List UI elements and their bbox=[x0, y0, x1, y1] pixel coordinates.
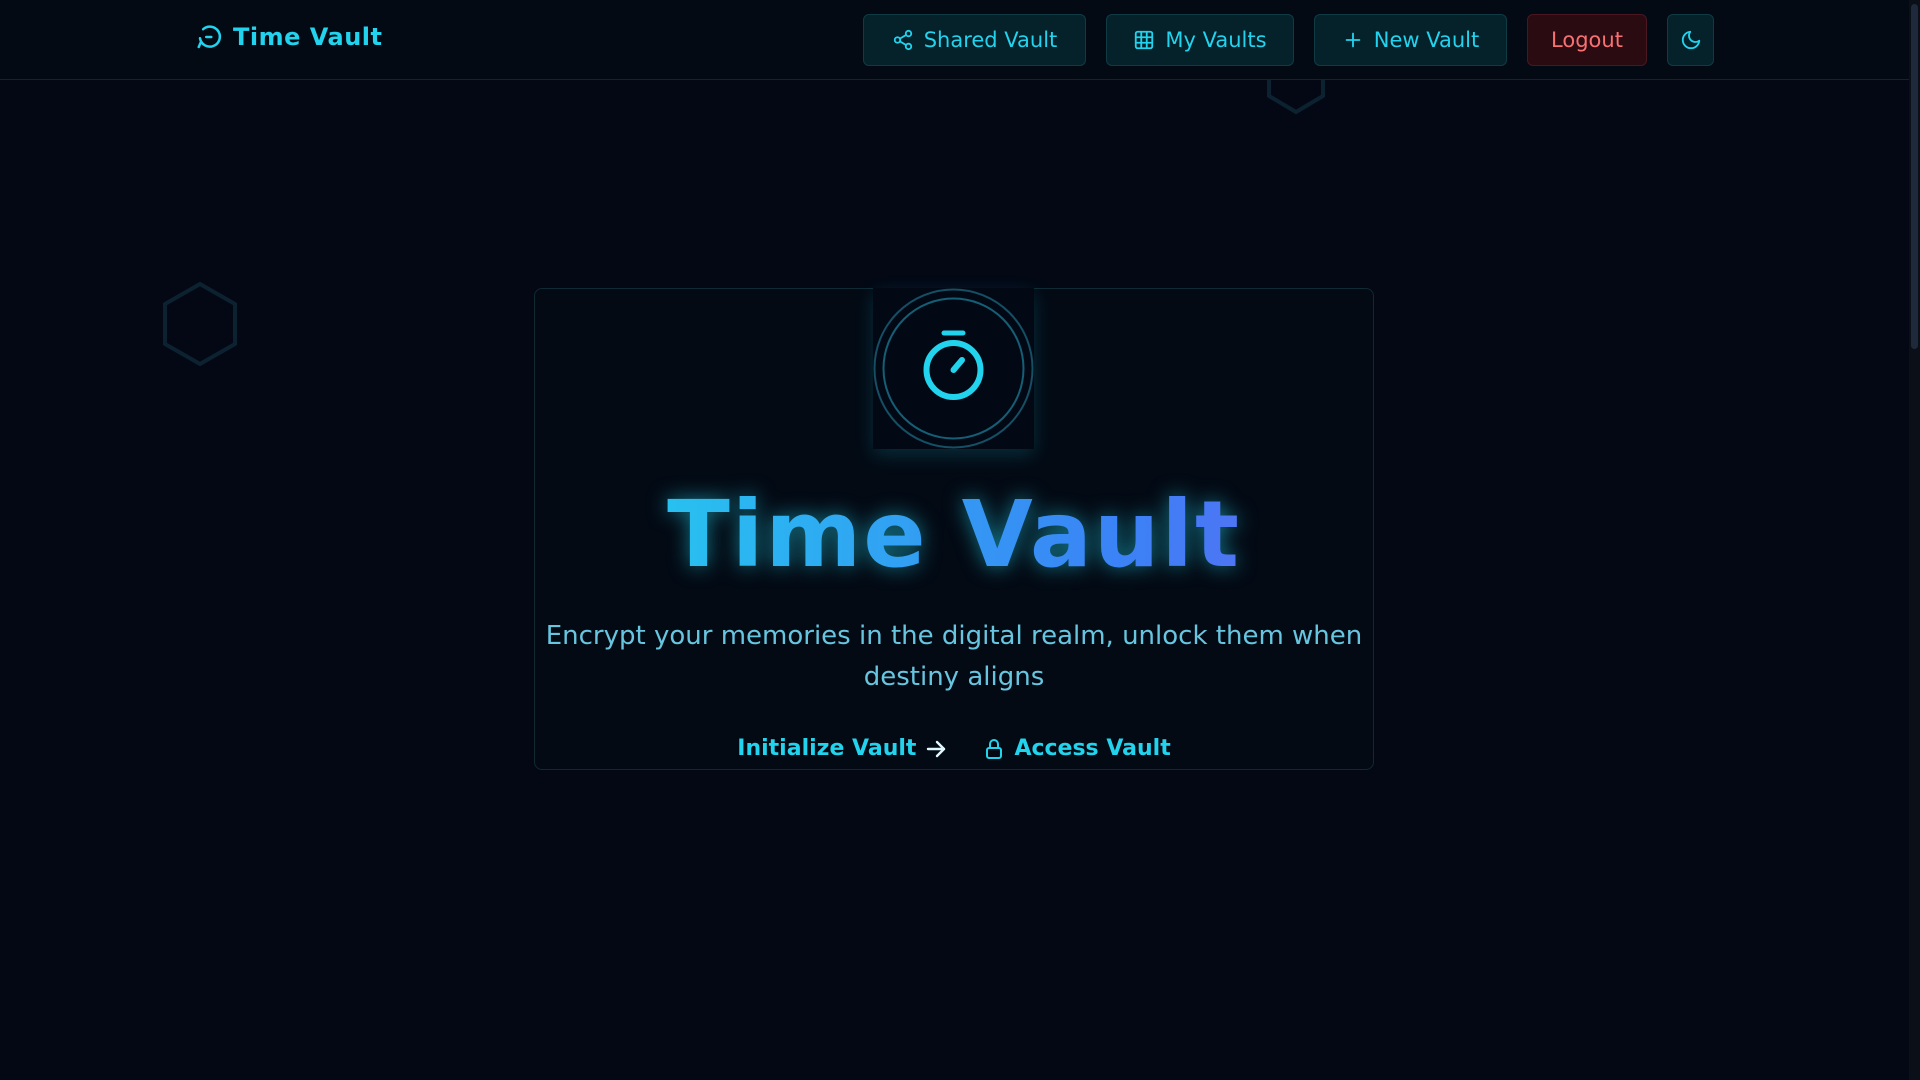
clock-rotate-icon bbox=[197, 25, 222, 49]
grid-icon bbox=[1135, 30, 1154, 50]
brand-name: Time Vault bbox=[233, 23, 383, 51]
access-vault-label: Access Vault bbox=[1014, 736, 1171, 761]
logout-label: Logout bbox=[1551, 28, 1623, 52]
scrollbar-thumb[interactable] bbox=[1911, 4, 1918, 349]
new-vault-button[interactable]: New Vault bbox=[1314, 14, 1507, 66]
my-vaults-label: My Vaults bbox=[1165, 28, 1267, 52]
new-vault-label: New Vault bbox=[1373, 28, 1480, 52]
hexagon-decoration-left bbox=[163, 282, 237, 366]
plus-icon bbox=[1345, 32, 1361, 48]
stopwatch-icon bbox=[873, 288, 1034, 449]
arrow-right-icon bbox=[927, 740, 946, 757]
hero-title: Time Vault bbox=[534, 480, 1374, 590]
hero-icon-badge bbox=[873, 288, 1034, 449]
shared-vault-label: Shared Vault bbox=[923, 28, 1058, 52]
initialize-vault-label: Initialize Vault bbox=[737, 736, 917, 761]
hero-subtitle: Encrypt your memories in the digital rea… bbox=[545, 621, 1363, 692]
page: Time Vault Shared Vault My Vaults New Va… bbox=[0, 0, 1920, 1080]
lock-icon bbox=[986, 738, 1003, 759]
top-navbar: Time Vault Shared Vault My Vaults New Va… bbox=[0, 0, 1909, 80]
my-vaults-button[interactable]: My Vaults bbox=[1106, 14, 1294, 66]
access-vault-link[interactable]: Access Vault bbox=[982, 736, 1171, 761]
logout-button[interactable]: Logout bbox=[1527, 14, 1647, 66]
initialize-vault-link[interactable]: Initialize Vault bbox=[737, 736, 948, 761]
shared-vault-button[interactable]: Shared Vault bbox=[863, 14, 1086, 66]
brand-logo-link[interactable]: Time Vault bbox=[195, 22, 382, 52]
theme-toggle-button[interactable] bbox=[1667, 14, 1714, 66]
hero-actions: Initialize Vault Access Vault bbox=[534, 736, 1374, 761]
share-icon bbox=[893, 29, 912, 51]
moon-icon bbox=[1681, 30, 1700, 50]
page-scrollbar[interactable] bbox=[1909, 0, 1920, 1080]
